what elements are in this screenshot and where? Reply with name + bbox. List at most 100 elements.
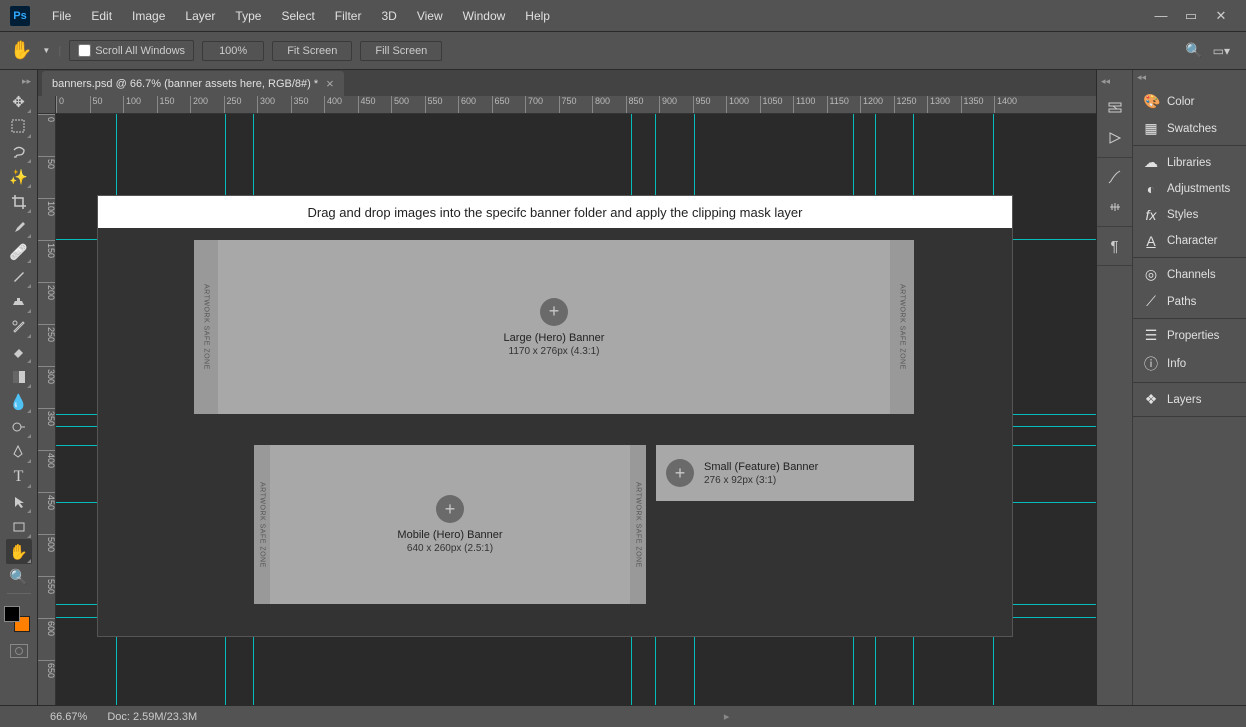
menu-file[interactable]: File [42, 9, 81, 23]
plus-icon: + [436, 495, 464, 523]
menu-window[interactable]: Window [453, 9, 516, 23]
menu-layer[interactable]: Layer [175, 9, 225, 23]
libraries-panel[interactable]: ☁Libraries [1133, 149, 1246, 176]
window-close-button[interactable]: ✕ [1206, 6, 1236, 26]
eyedropper-tool[interactable] [6, 214, 32, 239]
path-selection-tool[interactable] [6, 489, 32, 514]
move-tool[interactable]: ✥ [6, 89, 32, 114]
magic-wand-tool[interactable]: ✨ [6, 164, 32, 189]
workspace: banners.psd @ 66.7% (banner assets here,… [38, 70, 1096, 705]
vertical-ruler[interactable]: 050100150200250300350400450500550600650 [38, 114, 56, 705]
toolbar-expand-icon[interactable]: ▸▸ [20, 74, 33, 89]
panel-expand-icon[interactable]: ◂◂ [1133, 70, 1150, 85]
info-panel[interactable]: ⓘInfo [1133, 349, 1246, 379]
collapsed-panel-strip: ◂◂ ¶ [1097, 70, 1133, 705]
workspace-switcher[interactable]: ▭▾ [1213, 44, 1230, 58]
panel-expand-icon[interactable]: ◂◂ [1097, 74, 1114, 89]
actions-panel-icon[interactable] [1101, 125, 1129, 151]
plus-icon: + [666, 459, 694, 487]
window-minimize-button[interactable]: — [1146, 6, 1176, 26]
properties-icon: ☰ [1143, 327, 1159, 344]
menu-bar: Ps File Edit Image Layer Type Select Fil… [0, 0, 1246, 32]
quick-mask-toggle[interactable] [10, 644, 28, 658]
brush-settings-panel-icon[interactable] [1101, 194, 1129, 220]
document-tab-bar: banners.psd @ 66.7% (banner assets here,… [38, 70, 1096, 96]
paragraph-panel-icon[interactable]: ¶ [1101, 233, 1129, 259]
fit-screen-button[interactable]: Fit Screen [272, 41, 352, 61]
fill-screen-button[interactable]: Fill Screen [360, 41, 442, 61]
pen-tool[interactable] [6, 439, 32, 464]
status-menu-caret[interactable]: ▸ [724, 710, 730, 723]
crop-tool[interactable] [6, 189, 32, 214]
brush-tool[interactable] [6, 264, 32, 289]
search-icon[interactable]: 🔍 [1185, 42, 1202, 59]
small-feature-banner-placeholder[interactable]: + Small (Feature) Banner 276 x 92px (3:1… [656, 445, 914, 501]
document-tab[interactable]: banners.psd @ 66.7% (banner assets here,… [42, 71, 344, 96]
paths-icon: ⟋ [1143, 293, 1159, 310]
color-swatches[interactable] [4, 606, 34, 636]
tools-panel: ▸▸ ✥ ✨ 🩹 💧 T ✋ 🔍 [0, 70, 38, 705]
character-panel[interactable]: ACharacter [1133, 228, 1246, 254]
properties-panel[interactable]: ☰Properties [1133, 322, 1246, 349]
swatches-panel[interactable]: ▦Swatches [1133, 115, 1246, 142]
gradient-tool[interactable] [6, 364, 32, 389]
menu-select[interactable]: Select [271, 9, 324, 23]
ruler-origin[interactable] [38, 96, 56, 114]
status-bar: 66.67% Doc: 2.59M/23.3M ▸ [0, 705, 1246, 727]
panels-column: ◂◂ 🎨Color ▦Swatches ☁Libraries ◐Adjustme… [1133, 70, 1246, 705]
dodge-tool[interactable] [6, 414, 32, 439]
options-bar: ✋ ▼ | Scroll All Windows 100% Fit Screen… [0, 32, 1246, 70]
zoom-value-field[interactable]: 100% [202, 41, 264, 61]
large-hero-banner-placeholder[interactable]: ARTWORK SAFE ZONE ARTWORK SAFE ZONE + La… [194, 240, 914, 414]
lasso-tool[interactable] [6, 139, 32, 164]
eraser-tool[interactable] [6, 339, 32, 364]
paths-panel[interactable]: ⟋Paths [1133, 288, 1246, 315]
rectangle-tool[interactable] [6, 514, 32, 539]
brushes-panel-icon[interactable] [1101, 164, 1129, 190]
hand-tool-icon[interactable]: ✋ [10, 40, 32, 61]
menu-filter[interactable]: Filter [325, 9, 372, 23]
menu-edit[interactable]: Edit [81, 9, 122, 23]
swatches-icon: ▦ [1143, 120, 1159, 137]
layers-panel[interactable]: ❖Layers [1133, 386, 1246, 413]
blur-tool[interactable]: 💧 [6, 389, 32, 414]
layers-icon: ❖ [1143, 391, 1159, 408]
hand-tool[interactable]: ✋ [6, 539, 32, 564]
adjustments-icon: ◐ [1143, 181, 1159, 197]
healing-brush-tool[interactable]: 🩹 [6, 239, 32, 264]
menu-view[interactable]: View [407, 9, 453, 23]
marquee-tool[interactable] [6, 114, 32, 139]
instruction-text: Drag and drop images into the specifc ba… [98, 196, 1012, 228]
tool-preset-dropdown[interactable]: ▼ [42, 46, 50, 55]
menu-help[interactable]: Help [515, 9, 560, 23]
type-tool[interactable]: T [6, 464, 32, 489]
canvas-area[interactable]: 0501001502002503003504004505005506006507… [38, 96, 1096, 705]
character-icon: A [1143, 233, 1159, 249]
plus-icon: + [540, 298, 568, 326]
styles-panel[interactable]: fxStyles [1133, 202, 1246, 228]
scroll-all-windows-checkbox[interactable]: Scroll All Windows [69, 40, 194, 61]
menu-3d[interactable]: 3D [371, 9, 406, 23]
color-panel[interactable]: 🎨Color [1133, 88, 1246, 115]
artboard: Drag and drop images into the specifc ba… [98, 196, 1012, 636]
history-brush-tool[interactable] [6, 314, 32, 339]
channels-icon: ◎ [1143, 266, 1159, 283]
zoom-tool[interactable]: 🔍 [6, 564, 32, 589]
history-panel-icon[interactable] [1101, 95, 1129, 121]
horizontal-ruler[interactable]: 0501001502002503003504004505005506006507… [56, 96, 1096, 114]
canvas-viewport[interactable]: Drag and drop images into the specifc ba… [56, 114, 1096, 705]
app-logo: Ps [10, 6, 30, 26]
menu-type[interactable]: Type [225, 9, 271, 23]
channels-panel[interactable]: ◎Channels [1133, 261, 1246, 288]
status-zoom[interactable]: 66.67% [10, 711, 87, 723]
menu-image[interactable]: Image [122, 9, 175, 23]
libraries-icon: ☁ [1143, 154, 1159, 171]
info-icon: ⓘ [1143, 354, 1159, 374]
adjustments-panel[interactable]: ◐Adjustments [1133, 176, 1246, 202]
clone-stamp-tool[interactable] [6, 289, 32, 314]
window-maximize-button[interactable]: ▭ [1176, 6, 1206, 26]
foreground-color-swatch[interactable] [4, 606, 20, 622]
status-doc-size[interactable]: Doc: 2.59M/23.3M [107, 711, 197, 723]
close-tab-icon[interactable]: × [326, 76, 334, 91]
mobile-hero-banner-placeholder[interactable]: ARTWORK SAFE ZONE ARTWORK SAFE ZONE + Mo… [254, 445, 646, 604]
